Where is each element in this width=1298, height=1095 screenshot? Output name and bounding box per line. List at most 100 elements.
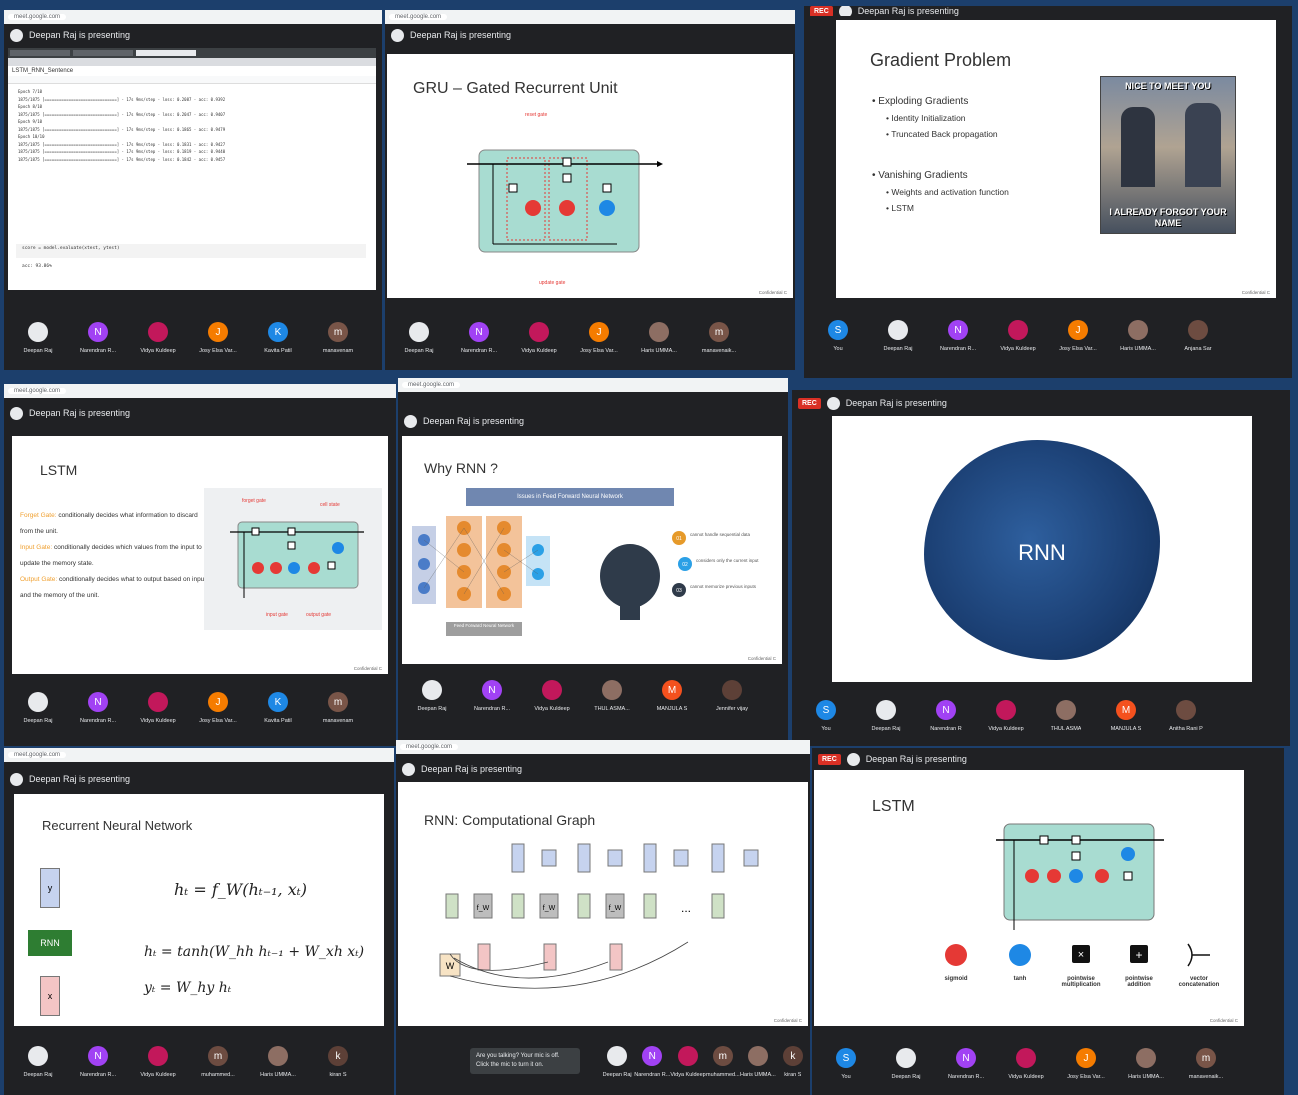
tab[interactable] xyxy=(10,50,70,56)
presenting-text: Deepan Raj is presenting xyxy=(29,774,131,784)
participant-name: Deepan Raj xyxy=(417,706,447,712)
participant-tile[interactable]: Vidya Kuldeep xyxy=(996,1040,1056,1080)
bullet-truncated: • Truncated Back propagation xyxy=(886,129,998,139)
participant-tile[interactable]: m manavenam xyxy=(308,684,368,724)
presenter-icon xyxy=(404,414,417,428)
participant-tile[interactable]: S You xyxy=(796,692,856,732)
presenting-banner: Deepan Raj is presenting xyxy=(4,24,382,46)
participant-tile[interactable]: Deepan Raj xyxy=(600,1038,634,1078)
participant-tile[interactable]: K Kavita Patil xyxy=(248,314,308,354)
participant-tile[interactable]: Jennifer vijay xyxy=(702,672,762,712)
browser-bar: meet.google.com xyxy=(385,10,795,24)
participant-tile[interactable]: N Narendran R... xyxy=(68,684,128,724)
output-line: 1875/1875 [=============================… xyxy=(18,149,226,154)
participant-tile[interactable]: Deepan Raj xyxy=(8,1038,68,1078)
participant-tile[interactable]: S You xyxy=(808,312,868,352)
participant-tile[interactable]: N Narendran R... xyxy=(936,1040,996,1080)
participant-tile[interactable]: Anitha Rani P xyxy=(1156,692,1216,732)
tab-active[interactable] xyxy=(136,50,196,56)
issue-number: 03 xyxy=(676,588,682,594)
participant-strip: S You Deepan Raj N Narendran R... Vidya Kulde… xyxy=(804,312,1292,368)
participant-tile[interactable]: Deepan Raj xyxy=(8,684,68,724)
output-line: 1875/1875 [=============================… xyxy=(18,156,226,162)
participant-tile[interactable]: Haris UMMA... xyxy=(740,1038,776,1078)
url-bar[interactable]: meet.google.com xyxy=(8,14,67,20)
participant-tile[interactable]: k kiran S xyxy=(308,1038,368,1078)
url-bar[interactable]: meet.google.com xyxy=(389,14,448,20)
participant-tile[interactable]: Anjana Sar xyxy=(1168,312,1228,352)
notebook-title[interactable]: LSTM_RNN_Sentence xyxy=(8,66,376,76)
participant-tile[interactable]: J Josy Elsa Var... xyxy=(188,684,248,724)
participant-tile[interactable]: N Narendran R xyxy=(916,692,976,732)
participant-tile[interactable]: Haris UMMA... xyxy=(1116,1040,1176,1080)
participant-tile[interactable]: THUL ASMA... xyxy=(582,672,642,712)
url-bar[interactable]: meet.google.com xyxy=(400,744,459,750)
bullet-text: Weights and activation function xyxy=(891,187,1009,197)
participant-name: Narendran R xyxy=(930,726,962,732)
participant-tile[interactable]: Deepan Raj xyxy=(856,692,916,732)
svg-text:+: + xyxy=(1135,948,1142,962)
y-box: y xyxy=(40,868,60,908)
participant-tile[interactable]: m muhammed... xyxy=(188,1038,248,1078)
avatar xyxy=(996,700,1016,720)
output-line: Epoch 7/10 xyxy=(18,89,43,94)
participant-tile[interactable]: Vidya Kuldeep xyxy=(522,672,582,712)
slide-title: Gradient Problem xyxy=(870,50,1012,70)
participant-tile[interactable]: Vidya Kuldeep xyxy=(128,1038,188,1078)
participant-tile[interactable]: Haris UMMA... xyxy=(248,1038,308,1078)
presenting-text: Deepan Raj is presenting xyxy=(865,754,967,764)
participant-tile[interactable]: Deepan Raj xyxy=(876,1040,936,1080)
participant-tile[interactable]: Deepan Raj xyxy=(8,314,68,354)
participant-tile[interactable]: Deepan Raj xyxy=(389,314,449,354)
participant-tile[interactable]: Vidya Kuldeep xyxy=(976,692,1036,732)
output-line: Epoch 8/10 xyxy=(18,104,43,109)
participant-tile[interactable]: Vidya Kuldeep xyxy=(670,1038,706,1078)
tab[interactable] xyxy=(73,50,133,56)
participant-tile[interactable]: k kiran S xyxy=(776,1038,810,1078)
code-cell[interactable]: score = model.evaluate(xtest, ytest) xyxy=(16,244,366,258)
participant-tile[interactable]: N Narendran R... xyxy=(449,314,509,354)
participant-tile[interactable]: Haris UMMA... xyxy=(1108,312,1168,352)
participant-tile[interactable]: J Josy Elsa Var... xyxy=(569,314,629,354)
avatar: m xyxy=(328,322,348,342)
participant-tile[interactable]: THUL ASMA xyxy=(1036,692,1096,732)
url-bar[interactable]: meet.google.com xyxy=(402,382,461,388)
participant-tile[interactable]: M MANJULA S xyxy=(1096,692,1156,732)
participant-tile[interactable]: S You xyxy=(816,1040,876,1080)
participant-tile[interactable]: N Narendran R... xyxy=(68,314,128,354)
lstm-diagram: forget gate cell state input gate output… xyxy=(230,498,364,618)
issue-text: cannot memorize previous inputs xyxy=(690,584,757,589)
participant-tile[interactable]: m manavenaik... xyxy=(689,314,749,354)
participant-tile[interactable]: K Kavita Patil xyxy=(248,684,308,724)
participant-tile[interactable]: J Josy Elsa Var... xyxy=(188,314,248,354)
brain-bulb-icon xyxy=(600,544,660,608)
url-bar[interactable]: meet.google.com xyxy=(8,388,67,394)
url-bar[interactable]: meet.google.com xyxy=(8,752,67,758)
participant-tile[interactable]: Vidya Kuldeep xyxy=(509,314,569,354)
tile-gradient: REC Deepan Raj is presenting Gradient Pro… xyxy=(804,6,1292,378)
participant-tile[interactable]: Deepan Raj xyxy=(402,672,462,712)
participant-tile[interactable]: Deepan Raj xyxy=(868,312,928,352)
participant-tile[interactable]: M MANJULA S xyxy=(642,672,702,712)
participant-tile[interactable]: Vidya Kuldeep xyxy=(128,314,188,354)
participant-tile[interactable]: N Narendran R... xyxy=(68,1038,128,1078)
avatar xyxy=(1176,700,1196,720)
participant-tile[interactable]: N Narendran R... xyxy=(462,672,522,712)
participant-tile[interactable]: m muhammed... xyxy=(706,1038,740,1078)
colab-address[interactable] xyxy=(8,58,376,66)
participant-tile[interactable]: m manavenaik... xyxy=(1176,1040,1236,1080)
participant-name: Narendran R... xyxy=(939,346,977,352)
confidential-label: Confidential C xyxy=(1209,1018,1238,1023)
participant-tile[interactable]: J Josy Elsa Var... xyxy=(1048,312,1108,352)
slide-comp-graph: RNN: Computational Graph W f_W f_W f_W .… xyxy=(398,782,808,1026)
colab-menu[interactable] xyxy=(8,76,376,84)
participant-tile[interactable]: Vidya Kuldeep xyxy=(988,312,1048,352)
presenting-banner: Deepan Raj is presenting xyxy=(398,410,788,432)
participant-tile[interactable]: N Narendran R... xyxy=(928,312,988,352)
participant-tile[interactable]: Vidya Kuldeep xyxy=(128,684,188,724)
participant-tile[interactable]: Haris UMMA... xyxy=(629,314,689,354)
participant-tile[interactable]: J Josy Elsa Var... xyxy=(1056,1040,1116,1080)
participant-tile[interactable]: N Narendran R... xyxy=(634,1038,670,1078)
participant-tile[interactable]: m manavenam xyxy=(308,314,368,354)
mic-notification[interactable]: Are you talking? Your mic is off. Click … xyxy=(470,1048,580,1074)
